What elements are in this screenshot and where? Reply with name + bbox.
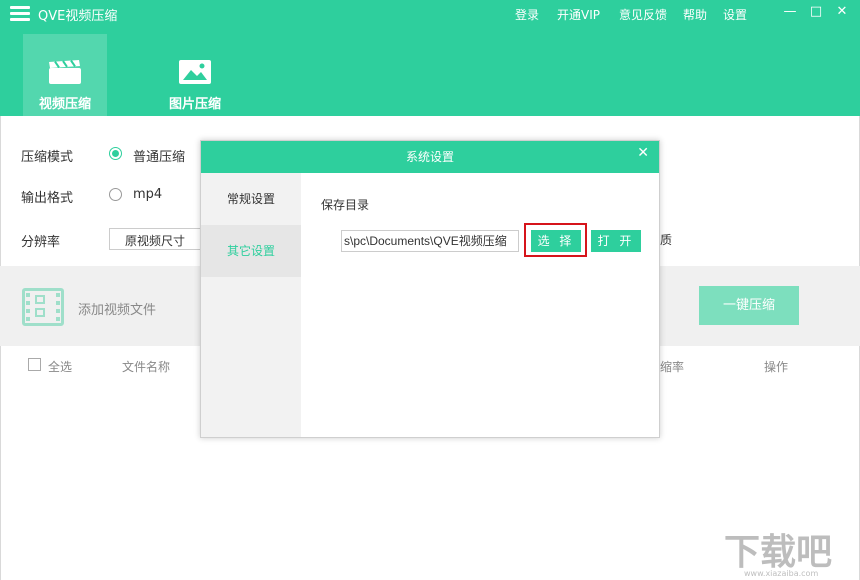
svg-text:下载吧: 下载吧	[724, 532, 832, 573]
app-logo-icon	[10, 6, 30, 22]
format-radio[interactable]	[109, 188, 122, 201]
menu-vip[interactable]: 开通VIP	[557, 6, 600, 23]
column-ratio: 缩率	[660, 360, 685, 374]
compress-mode-label: 压缩模式	[21, 150, 74, 165]
mode-radio[interactable]	[109, 147, 122, 160]
minimize-button[interactable]: —	[782, 4, 798, 20]
maximize-button[interactable]: □	[808, 4, 824, 20]
highlight-box	[524, 223, 587, 257]
save-path-input[interactable]: s\pc\Documents\QVE视频压缩	[341, 230, 519, 252]
quality-label-partial: 质	[660, 233, 673, 247]
film-strip-icon[interactable]	[22, 288, 64, 326]
dialog-sidebar: 常规设置 其它设置	[201, 173, 301, 437]
resolution-label: 分辨率	[21, 235, 61, 250]
system-settings-dialog: 系统设置 ✕ 常规设置 其它设置 保存目录 s\pc\Documents\QVE…	[200, 140, 660, 438]
save-directory-label: 保存目录	[321, 198, 370, 212]
clapperboard-icon	[49, 59, 81, 84]
window-left-border	[0, 116, 1, 580]
select-all-label: 全选	[48, 360, 73, 374]
output-format-label: 输出格式	[21, 191, 74, 206]
svg-text:www.xiazaiba.com: www.xiazaiba.com	[744, 569, 818, 578]
menu-help[interactable]: 帮助	[683, 6, 707, 23]
format-option-label[interactable]: mp4	[133, 187, 162, 202]
column-action: 操作	[764, 360, 789, 374]
dialog-close-icon[interactable]: ✕	[637, 141, 649, 165]
select-all-checkbox[interactable]	[28, 358, 41, 371]
watermark-logo: 下载吧 www.xiazaiba.com	[724, 532, 832, 578]
tab-label: 图片压缩	[168, 97, 221, 112]
close-window-button[interactable]: ✕	[834, 4, 850, 20]
add-video-file-link[interactable]: 添加视频文件	[78, 299, 156, 318]
image-icon	[179, 60, 211, 84]
one-key-compress-button[interactable]: 一键压缩	[699, 286, 799, 325]
resolution-select[interactable]: 原视频尺寸	[109, 228, 209, 250]
tab-image-compress[interactable]: 图片压缩	[153, 34, 237, 116]
app-title: QVE视频压缩	[38, 9, 118, 24]
dialog-title: 系统设置	[201, 141, 659, 173]
menu-settings[interactable]: 设置	[723, 6, 747, 23]
title-bar: QVE视频压缩 登录 开通VIP 意见反馈 帮助 设置 — □ ✕ 视频压缩 图…	[0, 0, 860, 116]
tab-video-compress[interactable]: 视频压缩	[23, 34, 107, 116]
mode-option-label[interactable]: 普通压缩	[133, 146, 185, 165]
tab-label: 视频压缩	[38, 97, 91, 112]
column-file-name: 文件名称	[122, 360, 171, 374]
open-button[interactable]: 打 开	[591, 230, 641, 252]
sidebar-item-other[interactable]: 其它设置	[201, 225, 301, 277]
menu-feedback[interactable]: 意见反馈	[619, 6, 667, 23]
sidebar-item-general[interactable]: 常规设置	[201, 173, 301, 225]
menu-login[interactable]: 登录	[515, 6, 539, 23]
